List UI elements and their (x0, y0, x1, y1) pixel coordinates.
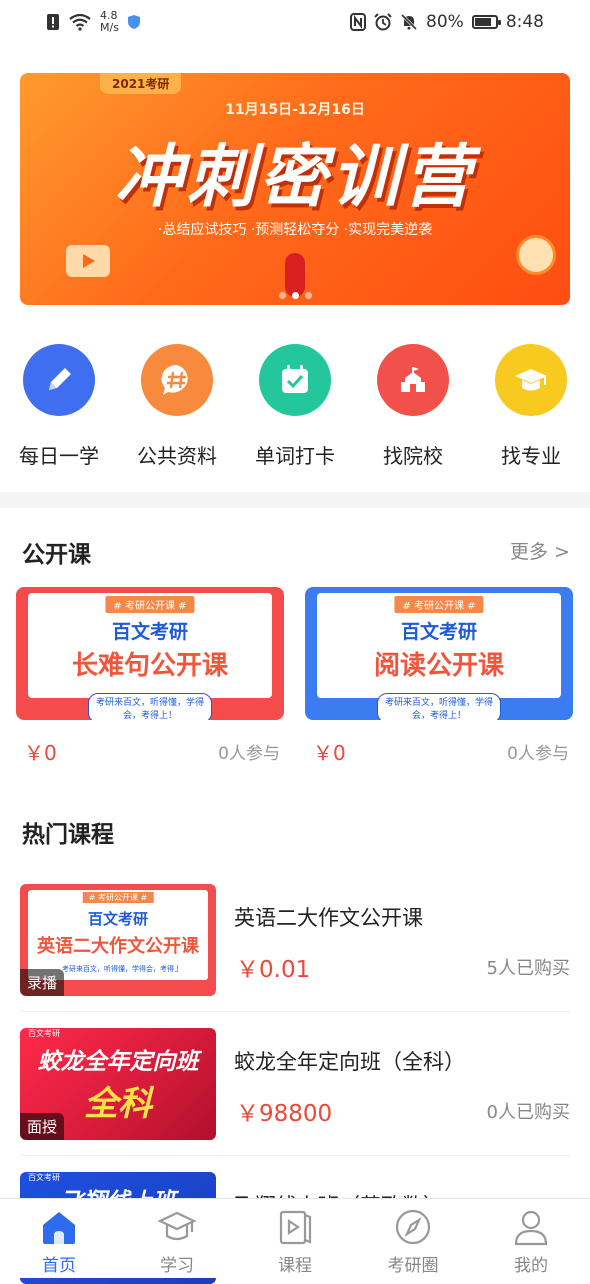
quick-item-public-materials[interactable]: 公共资料 (118, 340, 236, 469)
course-thumbnail: # 考研公开课 # 百文考研 长难句公开课 考研来百文，听得懂，学得会，考得上！ (16, 587, 284, 720)
course-type-badge: 面授 (20, 1113, 65, 1140)
course-thumbnail: 百文考研 蛟龙全年定向班 全科 面授 (20, 1028, 216, 1140)
tab-label: 我的 (514, 1256, 548, 1276)
participant-count: 0人参与 (218, 744, 280, 764)
course-type-badge: 录播 (20, 969, 65, 996)
quick-item-find-major[interactable]: 找专业 (472, 340, 590, 469)
runner-figure (285, 253, 305, 297)
thumb-slogan: 考研来百文，听得懂，学得会，考得上！ (62, 965, 178, 973)
open-course-card[interactable]: # 考研公开课 # 百文考研 长难句公开课 考研来百文，听得懂，学得会，考得上！… (16, 587, 284, 765)
course-title: 蛟龙全年定向班（全科） (234, 1050, 465, 1074)
thumb-brand: 百文考研 (400, 621, 477, 643)
play-icon (66, 245, 110, 277)
wifi-icon (69, 13, 91, 31)
calendar-check-icon (259, 344, 331, 416)
tab-home[interactable]: 首页 (0, 1199, 118, 1279)
list-divider (20, 1155, 570, 1156)
mortarboard-icon (157, 1211, 197, 1241)
banner-pagination (20, 292, 570, 299)
tab-study[interactable]: 学习 (118, 1199, 236, 1279)
list-divider (20, 1011, 570, 1012)
banner-dot[interactable] (291, 292, 299, 299)
home-icon (43, 1212, 75, 1244)
thumbnail-poster: # 考研公开课 # 百文考研 英语二大作文公开课 考研来百文，听得懂，学得会，考… (28, 890, 208, 980)
quick-item-find-school[interactable]: 找院校 (354, 340, 472, 469)
alarm-clock-icon (516, 235, 556, 275)
video-book-icon (279, 1210, 312, 1245)
quick-access-grid: 每日一学 公共资料 单词打卡 找院校 找专业 (0, 340, 590, 470)
open-courses-title: 公开课 (22, 542, 91, 568)
tab-courses[interactable]: 课程 (236, 1199, 354, 1279)
course-thumbnail: # 考研公开课 # 百文考研 阅读公开课 考研来百文，听得懂，学得会，考得上！ (305, 587, 573, 720)
thumbnail-poster: # 考研公开课 # 百文考研 阅读公开课 考研来百文，听得懂，学得会，考得上！ (317, 593, 561, 720)
hot-course-item[interactable]: 百文考研 蛟龙全年定向班 全科 面授 蛟龙全年定向班（全科） ￥98800 0人… (20, 1028, 570, 1140)
status-bar: 4.8 M/s 80% 8:48 (0, 0, 590, 46)
course-title: 英语二大作文公开课 (234, 906, 423, 930)
course-price: ￥98800 (236, 1101, 333, 1127)
course-price: ￥0 (313, 741, 346, 765)
tab-label: 学习 (160, 1256, 194, 1276)
user-icon (514, 1210, 548, 1246)
mute-bell-icon (400, 13, 418, 31)
banner-dates: 11月15日-12月16日 (225, 102, 365, 118)
thumbnail-poster: # 考研公开课 # 百文考研 长难句公开课 考研来百文，听得懂，学得会，考得上！ (28, 593, 272, 720)
tab-label: 首页 (42, 1256, 76, 1276)
thumb-title: 蛟龙全年定向班 (37, 1049, 199, 1075)
quick-item-label: 单词打卡 (255, 444, 335, 468)
quick-item-label: 公共资料 (137, 444, 217, 468)
thumb-brand: 百文考研 (87, 910, 148, 928)
banner-title: 冲刺密训营 (114, 138, 475, 217)
bottom-tab-bar: 首页 学习 课程 考研圈 我的 (0, 1198, 590, 1278)
banner-subtitle: ·总结应试技巧 ·预测轻松夺分 ·实现完美逆袭 (157, 222, 433, 238)
promo-banner[interactable]: 2021考研 11月15日-12月16日 冲刺密训营 ·总结应试技巧 ·预测轻松… (20, 73, 570, 305)
pencil-icon (23, 344, 95, 416)
thumb-pill: # 考研公开课 # (82, 892, 154, 903)
open-course-card[interactable]: # 考研公开课 # 百文考研 阅读公开课 考研来百文，听得懂，学得会，考得上！ … (305, 587, 573, 765)
banner-dot[interactable] (278, 292, 286, 299)
hot-courses-title: 热门课程 (22, 822, 114, 848)
alert-icon (47, 14, 59, 30)
course-price: ￥0.01 (236, 957, 311, 983)
quick-item-word-checkin[interactable]: 单词打卡 (236, 340, 354, 469)
purchase-count: 5人已购买 (486, 958, 570, 979)
thumb-pill: # 考研公开课 # (394, 596, 484, 613)
quick-item-label: 找专业 (501, 444, 561, 468)
more-link[interactable]: 更多 > (510, 537, 570, 564)
participant-count: 0人参与 (507, 744, 569, 764)
hashtag-chat-icon (141, 344, 213, 416)
nfc-icon (350, 13, 367, 31)
course-thumbnail: # 考研公开课 # 百文考研 英语二大作文公开课 考研来百文，听得懂，学得会，考… (20, 884, 216, 996)
purchase-count: 0人已购买 (486, 1102, 570, 1123)
banner-tag: 2021考研 (100, 73, 182, 94)
thumb-brand: 百文考研 (111, 621, 188, 643)
battery-icon (471, 15, 501, 29)
thumb-brand: 百文考研 (28, 1029, 60, 1038)
tab-label: 考研圈 (387, 1256, 439, 1276)
battery-percent: 80% (426, 12, 464, 32)
thumb-slogan: 考研来百文，听得懂，学得会，考得上！ (88, 693, 212, 720)
thumb-title: 阅读公开课 (373, 651, 504, 681)
speed-unit: M/s (100, 21, 119, 34)
clock: 8:48 (505, 12, 544, 32)
compass-icon (395, 1209, 431, 1245)
hot-course-item[interactable]: # 考研公开课 # 百文考研 英语二大作文公开课 考研来百文，听得懂，学得会，考… (20, 884, 570, 996)
banner-dot[interactable] (304, 292, 312, 299)
graduation-cap-icon (495, 344, 567, 416)
quick-item-daily-learn[interactable]: 每日一学 (0, 340, 118, 469)
course-price: ￥0 (24, 741, 57, 765)
thumb-title: 英语二大作文公开课 (37, 936, 199, 957)
thumb-title: 长难句公开课 (71, 651, 228, 681)
section-divider (0, 492, 590, 508)
school-icon (377, 344, 449, 416)
quick-item-label: 找院校 (383, 444, 443, 468)
tab-label: 课程 (278, 1256, 312, 1276)
quick-item-label: 每日一学 (19, 444, 99, 468)
alarm-icon (374, 13, 392, 31)
tab-mine[interactable]: 我的 (472, 1199, 590, 1279)
thumb-slogan: 考研来百文，听得懂，学得会，考得上！ (377, 693, 501, 720)
network-speed: 4.8 M/s (100, 10, 119, 34)
thumb-pill: # 考研公开课 # (105, 596, 195, 613)
tab-community[interactable]: 考研圈 (354, 1199, 472, 1279)
shield-icon (127, 15, 140, 29)
